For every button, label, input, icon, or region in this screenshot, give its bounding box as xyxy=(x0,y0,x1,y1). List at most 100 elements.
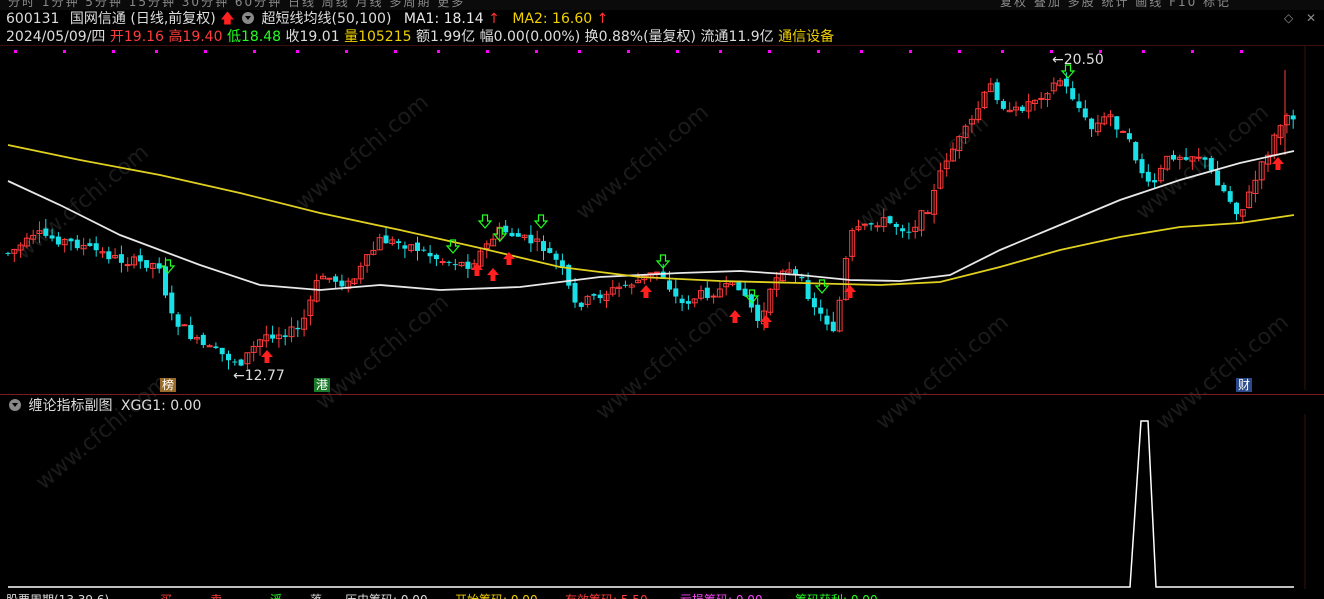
candle-body xyxy=(553,253,559,260)
candle-body xyxy=(1221,184,1227,192)
candle-body xyxy=(893,223,899,227)
change-value: 幅0.00(0.00%) xyxy=(479,29,581,45)
candle-body xyxy=(226,353,231,361)
sell-arrow-icon xyxy=(814,279,830,294)
candle-body xyxy=(591,294,597,296)
candle-body xyxy=(578,302,584,307)
sub-panel-header: 缠论指标副图 XGG1: 0.00 xyxy=(6,398,201,414)
candle-body xyxy=(597,294,603,299)
candle-body xyxy=(503,225,509,233)
signal-dot xyxy=(719,50,722,53)
bottom-item: 筹码获利: 0.00 xyxy=(795,591,878,599)
candle-body xyxy=(528,234,534,244)
candle-body xyxy=(874,225,881,228)
ma2-up-icon: ↑ xyxy=(596,11,609,27)
candlestick-chart[interactable] xyxy=(0,45,1324,390)
panel-divider[interactable] xyxy=(0,394,1324,395)
ma1-value: MA1: 18.14 xyxy=(403,11,484,27)
signal-dot xyxy=(627,50,630,53)
candle-body xyxy=(270,334,276,339)
candle-body xyxy=(1290,115,1296,120)
candle-body xyxy=(900,228,906,232)
signal-dot xyxy=(437,50,440,53)
close-icon[interactable]: ✕ xyxy=(1306,11,1316,25)
candle-body xyxy=(1171,154,1176,160)
quote-line: 2024/05/09/四 开19.16 高19.40 低18.48 收19.01… xyxy=(6,29,834,45)
candle-body xyxy=(402,245,408,249)
buy-arrow-icon xyxy=(471,263,483,276)
candle-body xyxy=(924,212,931,215)
xgg1-line xyxy=(8,420,1294,588)
low-annotation-value: 12.77 xyxy=(244,368,285,384)
candle-body xyxy=(383,235,389,244)
candle-body xyxy=(1070,88,1076,100)
signal-dot xyxy=(14,50,17,53)
candle-body xyxy=(1000,101,1006,109)
candle-body xyxy=(87,243,93,246)
candle-body xyxy=(181,324,188,327)
close-label: 收 xyxy=(285,29,300,45)
volume-value: 105215 xyxy=(358,29,412,45)
candle-body xyxy=(118,254,124,263)
candle-body xyxy=(509,232,515,237)
candle-body xyxy=(282,335,288,338)
signal-dot xyxy=(253,50,256,53)
candle-body xyxy=(994,82,1000,101)
signal-dot xyxy=(63,50,66,53)
signal-dot xyxy=(1240,50,1243,53)
candle-body xyxy=(219,347,225,355)
candle-body xyxy=(55,236,61,245)
signal-dot xyxy=(486,50,489,53)
period-tabs[interactable]: 分时 1分钟 5分钟 15分钟 30分钟 60分钟 日线 周线 月线 多周期 更… xyxy=(8,0,465,10)
ma2-line xyxy=(7,144,1295,286)
candle-body xyxy=(1145,171,1151,182)
sub-panel-title[interactable]: 缠论指标副图 xyxy=(28,398,112,414)
ma1-up-icon: ↑ xyxy=(488,11,500,27)
signal-dot xyxy=(345,50,348,53)
sub-panel-value: XGG1: 0.00 xyxy=(120,398,202,414)
candle-body xyxy=(673,288,679,297)
tag-cai[interactable]: 财 xyxy=(1236,378,1253,392)
candle-body xyxy=(339,280,345,287)
sub-indicator-chart[interactable] xyxy=(0,414,1324,589)
candle-body xyxy=(295,327,301,330)
bottom-item: 开始筹码: 0.00 xyxy=(455,591,538,599)
indicator-menu-icon[interactable] xyxy=(242,12,255,24)
volume-label: 量 xyxy=(344,29,359,45)
tag-gang[interactable]: 港 xyxy=(314,378,331,392)
industry-value[interactable]: 通信设备 xyxy=(778,29,834,45)
signal-dot xyxy=(578,50,581,53)
candle-body xyxy=(396,241,402,244)
candle-body xyxy=(427,252,433,257)
tool-tabs[interactable]: 复权 叠加 多股 统计 画线 F10 标记 xyxy=(1000,0,1231,10)
signal-dot xyxy=(1142,50,1145,53)
buy-arrow-icon xyxy=(640,285,652,298)
low-value: 18.48 xyxy=(240,29,282,45)
bottom-item: 落 xyxy=(310,591,322,599)
quote-date: 2024/05/09/四 xyxy=(6,29,106,45)
candle-body xyxy=(106,251,112,260)
candle-body xyxy=(868,223,874,225)
candle-body xyxy=(333,276,339,282)
stock-header: 600131 国网信通 (日线,前复权) 🡅 超短线均线(50,100) MA1… xyxy=(6,11,608,27)
indicator-name[interactable]: 超短线均线(50,100) xyxy=(262,11,392,27)
candle-body xyxy=(200,334,206,346)
period-toolbar[interactable]: 分时 1分钟 5分钟 15分钟 30分钟 60分钟 日线 周线 月线 多周期 更… xyxy=(0,0,1324,10)
candle-body xyxy=(169,292,175,314)
candle-body xyxy=(755,304,761,322)
diamond-icon[interactable]: ◇ xyxy=(1284,11,1293,25)
bottom-item: 亏损筹码: 0.00 xyxy=(680,591,763,599)
candle-body xyxy=(906,231,912,233)
candle-body xyxy=(68,238,74,242)
candle-body xyxy=(421,249,427,251)
candle-body xyxy=(679,298,685,304)
open-label: 开 xyxy=(109,29,124,45)
signal-dot xyxy=(535,50,538,53)
candle-body xyxy=(415,242,420,251)
sub-indicator-menu-icon[interactable] xyxy=(9,399,21,411)
tag-bang[interactable]: 榜 xyxy=(160,378,177,392)
candle-body xyxy=(547,248,553,253)
candle-body xyxy=(1019,106,1025,112)
candle-body xyxy=(452,264,458,266)
candle-body xyxy=(124,264,131,267)
